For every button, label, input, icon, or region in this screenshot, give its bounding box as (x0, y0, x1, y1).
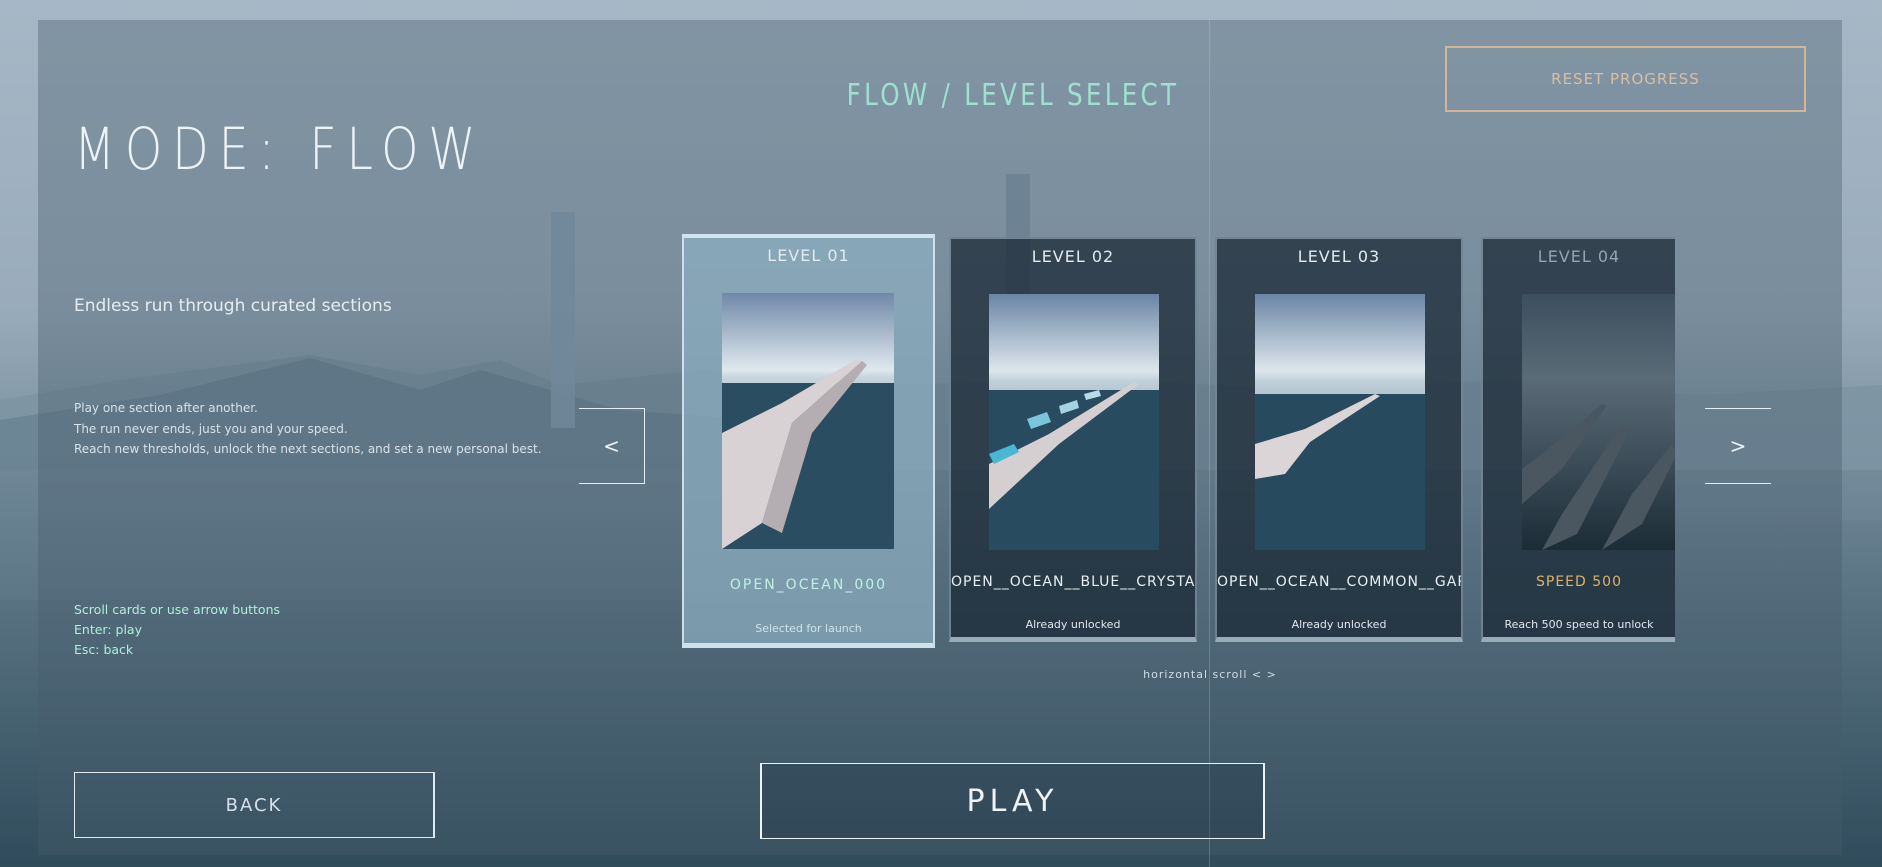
level-card-04[interactable]: LEVEL 04 SPEED 500 Reach 500 speed to un… (1481, 237, 1675, 642)
level-card-02[interactable]: LEVEL 02 OPEN__OCEAN__BLUE__CRYSTALS Alr… (949, 237, 1197, 642)
back-button[interactable]: BACK (74, 772, 435, 838)
mode-description: Play one section after another. The run … (74, 398, 542, 460)
next-arrow-button[interactable]: > (1705, 408, 1771, 484)
level-name: OPEN__OCEAN__BLUE__CRYSTALS (951, 574, 1197, 590)
scroll-hint: horizontal scroll < > (1143, 668, 1277, 681)
mode-subtitle: Endless run through curated sections (74, 296, 392, 316)
chevron-left-icon: < (603, 434, 620, 458)
level-preview (1255, 294, 1425, 550)
description-line: Reach new thresholds, unlock the next se… (74, 442, 542, 456)
level-preview (722, 293, 894, 549)
level-name: SPEED 500 (1536, 574, 1622, 590)
level-number: LEVEL 04 (1537, 247, 1621, 266)
controls-hints: Scroll cards or use arrow buttons Enter:… (74, 600, 280, 660)
level-status: Already unlocked (1025, 618, 1121, 631)
hint-line: Esc: back (74, 642, 134, 657)
divider-line (1209, 20, 1210, 867)
level-preview (1522, 294, 1675, 550)
level-preview (989, 294, 1159, 550)
level-name: OPEN_OCEAN_000 (729, 577, 888, 593)
reset-progress-button[interactable]: RESET PROGRESS (1445, 46, 1806, 112)
description-line: Play one section after another. (74, 401, 258, 415)
level-status: Reach 500 speed to unlock (1504, 618, 1654, 631)
level-number: LEVEL 02 (1031, 247, 1115, 266)
level-status: Already unlocked (1291, 618, 1387, 631)
description-line: The run never ends, just you and your sp… (74, 421, 348, 436)
level-name: OPEN__OCEAN__COMMON__GAPS (1217, 574, 1463, 590)
chevron-right-icon: > (1729, 434, 1747, 458)
level-card-03[interactable]: LEVEL 03 OPEN__OCEAN__COMMON__GAPS Alrea… (1215, 237, 1463, 642)
hint-line: Scroll cards or use arrow buttons (74, 602, 280, 617)
prev-arrow-button[interactable]: < (579, 408, 645, 484)
level-number: LEVEL 03 (1297, 247, 1381, 266)
level-card-01[interactable]: LEVEL 01 OPEN_OCEAN_000 Selected for lau… (682, 234, 935, 648)
level-status: Selected for launch (755, 622, 862, 635)
hint-line: Enter: play (74, 622, 142, 637)
play-button[interactable]: PLAY (760, 763, 1265, 839)
level-number: LEVEL 01 (767, 246, 850, 265)
page-title: FLOW / LEVEL SELECT (846, 78, 1180, 113)
mode-title: MODE: FLOW (74, 115, 486, 183)
